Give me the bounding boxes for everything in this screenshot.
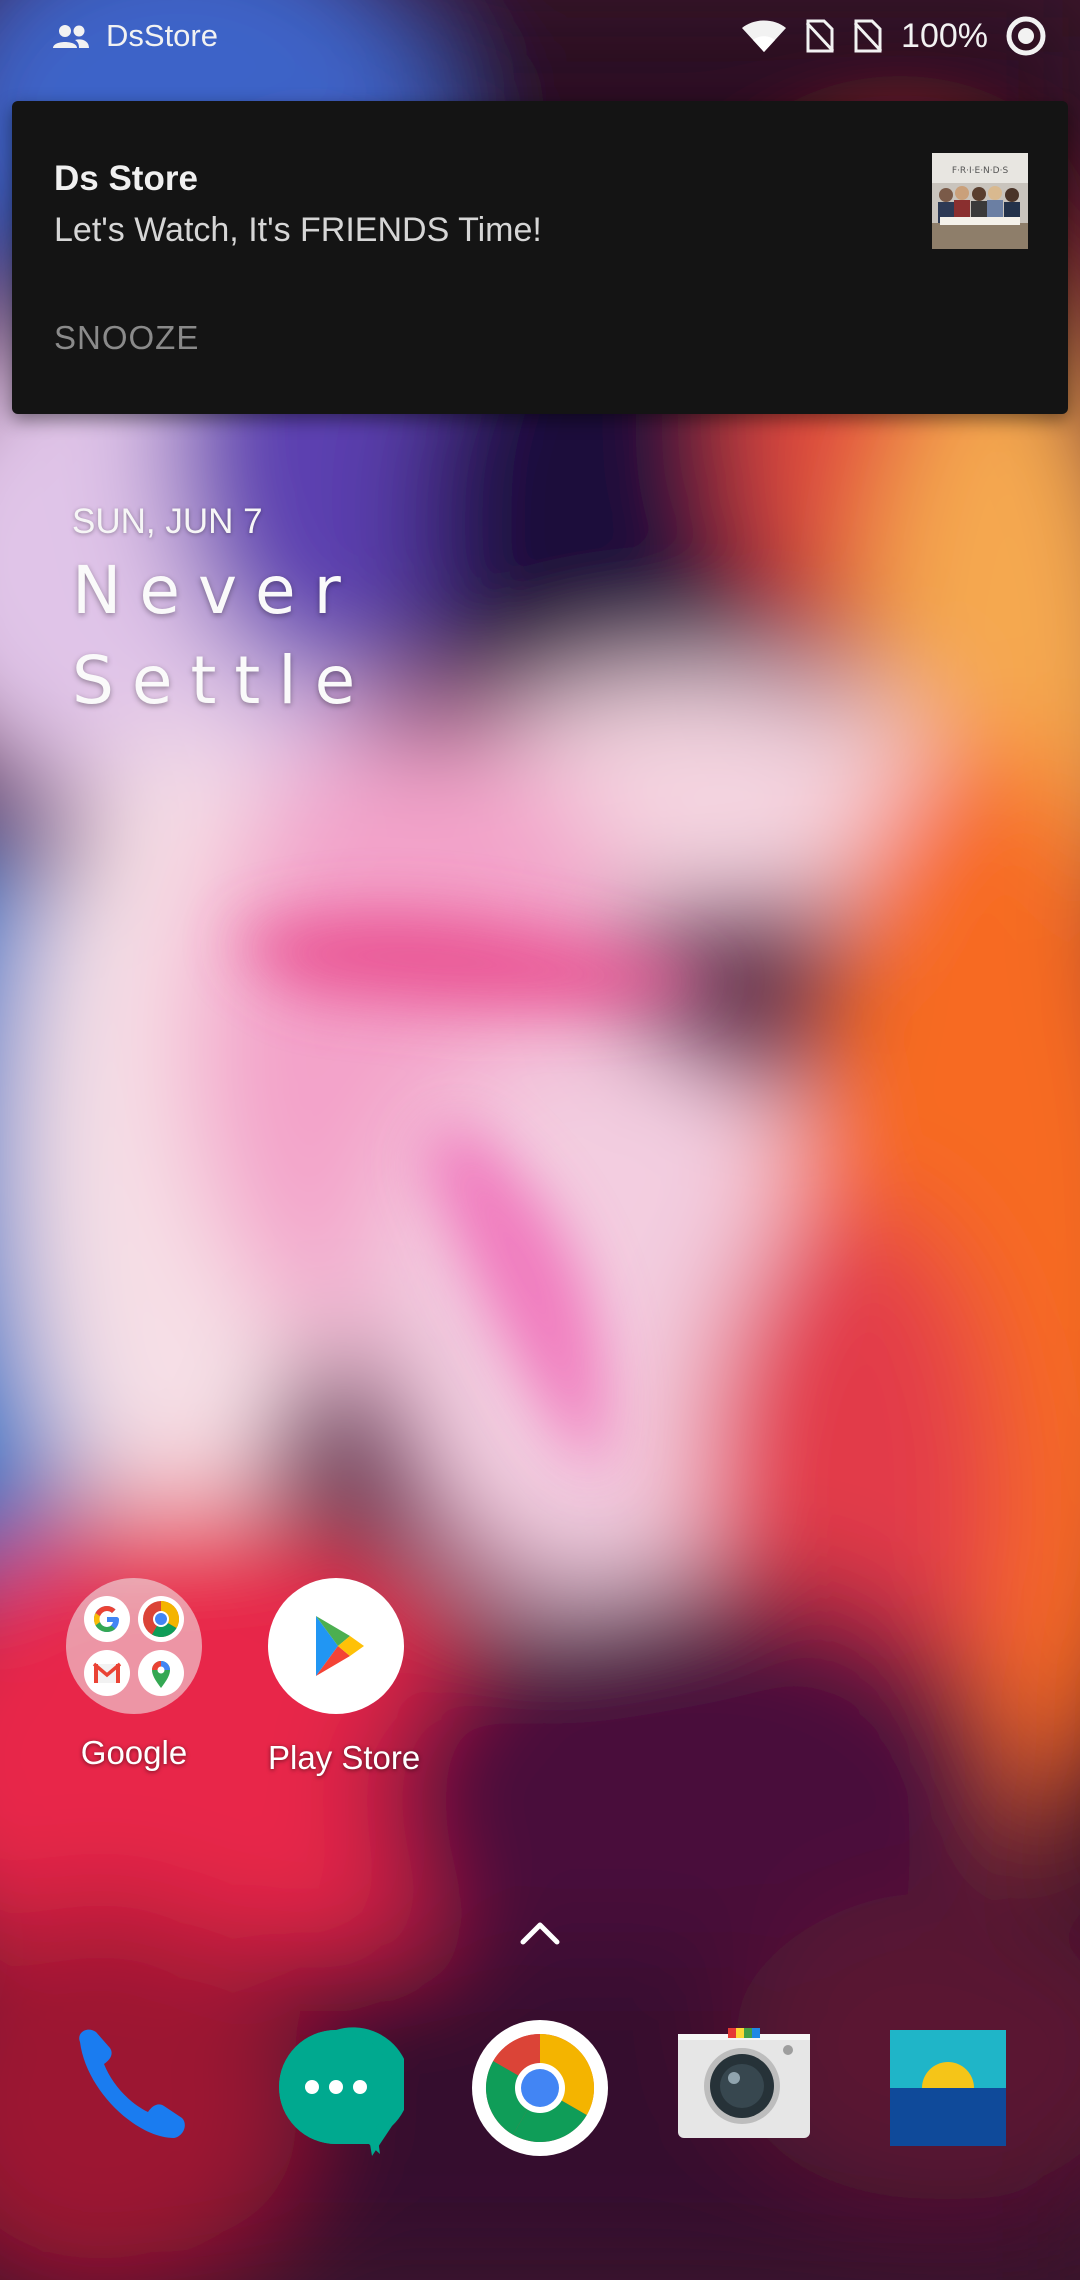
wifi-icon xyxy=(742,20,787,52)
gallery-icon xyxy=(890,2030,1006,2146)
dock-gallery[interactable] xyxy=(880,2020,1016,2156)
camera-icon xyxy=(678,2028,810,2138)
notification-title: Ds Store xyxy=(54,159,198,198)
dock-phone[interactable] xyxy=(66,2020,202,2156)
status-app-name: DsStore xyxy=(106,18,218,53)
people-icon xyxy=(53,25,89,48)
chrome-mini-icon xyxy=(138,1596,184,1642)
google-folder-icon xyxy=(66,1578,202,1714)
phone-icon xyxy=(79,2029,185,2138)
snooze-button[interactable]: SNOOZE xyxy=(54,319,199,357)
date-label[interactable]: SUN, JUN 7 xyxy=(72,502,263,542)
dock-messages[interactable] xyxy=(268,2020,411,2156)
messages-icon xyxy=(279,2027,411,2156)
friends-thumbnail-image: F·R·I·E·N·D·S xyxy=(932,153,1028,249)
google-folder-label: Google xyxy=(80,1734,188,1771)
dock-camera[interactable] xyxy=(676,2020,812,2156)
gmail-mini-icon xyxy=(84,1650,130,1696)
google-folder[interactable]: Google xyxy=(66,1578,202,1772)
dock-chrome[interactable] xyxy=(472,2020,608,2156)
google-g-icon xyxy=(84,1596,130,1642)
notification-message: Let's Watch, It's FRIENDS Time! xyxy=(54,211,542,249)
no-sim-icon xyxy=(805,19,835,53)
status-right: 100% xyxy=(741,16,1046,56)
circle-target-icon xyxy=(1006,16,1046,56)
chevron-up-icon[interactable] xyxy=(515,1912,565,1952)
play-store-icon xyxy=(268,1578,404,1714)
battery-percent: 100% xyxy=(901,16,988,55)
chrome-icon xyxy=(472,2020,608,2156)
status-bar: DsStore 100% xyxy=(0,0,1080,80)
notification-card[interactable]: Ds Store Let's Watch, It's FRIENDS Time!… xyxy=(12,101,1068,414)
play-store-app[interactable]: Play Store xyxy=(268,1578,421,1777)
play-store-label: Play Store xyxy=(268,1739,421,1776)
status-left: DsStore xyxy=(52,18,218,54)
maps-mini-icon xyxy=(138,1650,184,1696)
svg-text:F·R·I·E·N·D·S: F·R·I·E·N·D·S xyxy=(952,166,1009,176)
no-sim-icon xyxy=(853,19,883,53)
tagline-line-1: Never xyxy=(72,552,359,629)
tagline-line-2: Settle xyxy=(72,642,374,719)
